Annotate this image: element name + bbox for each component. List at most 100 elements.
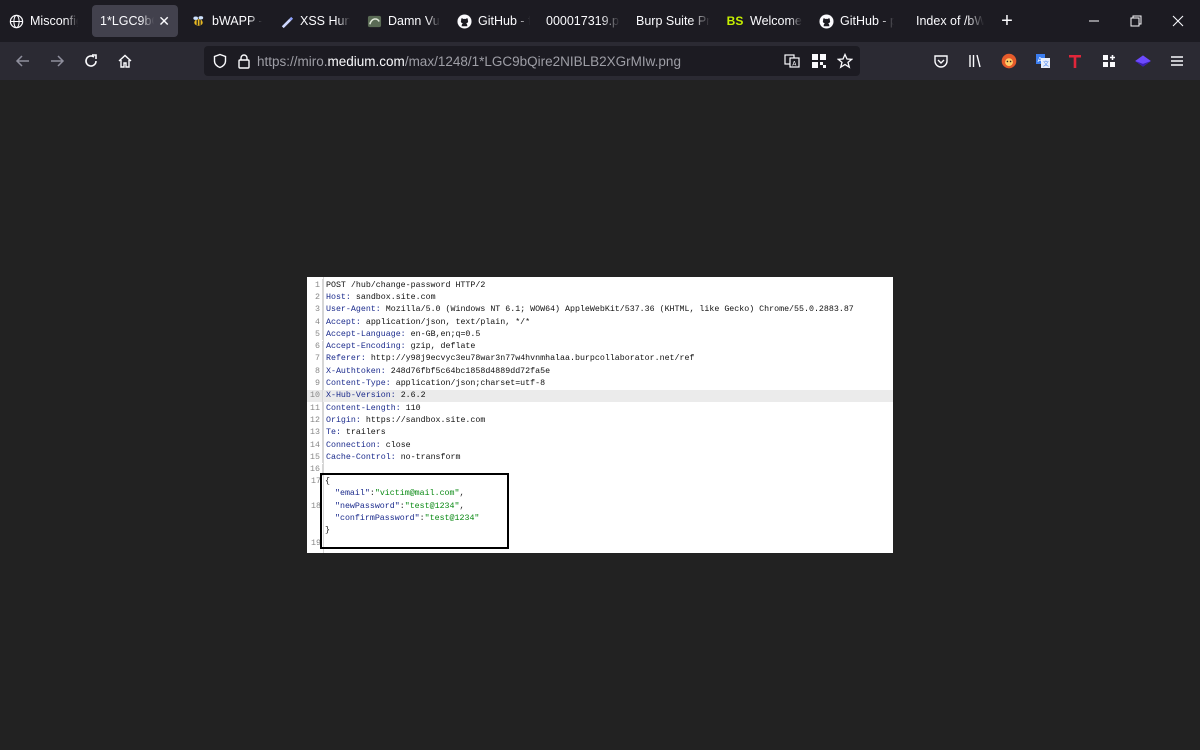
tab-title: bWAPP - I <box>212 14 262 28</box>
qr-code-icon[interactable] <box>811 53 827 69</box>
tab-title: 000017319.pd <box>546 14 620 28</box>
new-tab-button[interactable]: + <box>992 10 1022 33</box>
tab-bwapp[interactable]: bWAPP - I <box>182 5 270 37</box>
bee-icon <box>190 13 206 29</box>
tab-title: Burp Suite Pro <box>636 14 710 28</box>
github-icon <box>818 13 834 29</box>
proton-extension-icon[interactable] <box>1128 46 1158 76</box>
request-line: 4 Accept: application/json, text/plain, *… <box>307 315 893 329</box>
header-name: User-Agent: <box>326 305 381 315</box>
header-value: en-GB,en;q=0.5 <box>405 329 481 339</box>
reload-button[interactable] <box>74 46 108 76</box>
header-name: Cache-Control: <box>326 452 396 462</box>
github-icon <box>456 13 472 29</box>
header-name: X-Authtoken: <box>326 366 386 376</box>
displayed-image: 1 POST /hub/change-password HTTP/2 2 Host: … <box>307 277 893 553</box>
tab-burp-suite[interactable]: Burp Suite Pro <box>628 5 718 37</box>
header-name: Content-Length: <box>326 403 401 413</box>
globe-icon <box>8 13 24 29</box>
line-number: 10 <box>307 389 323 402</box>
svg-text:文: 文 <box>1043 60 1049 68</box>
header-value: application/json, text/plain, */* <box>360 317 531 327</box>
header-value: https://sandbox.site.com <box>360 415 486 425</box>
tab-github-2[interactable]: GitHub - p <box>810 5 902 37</box>
request-line: 5 Accept-Language: en-GB,en;q=0.5 <box>307 328 893 341</box>
header-name: Accept-Language: <box>326 329 406 339</box>
line-code: User-Agent: Mozilla/5.0 (Windows NT 6.1;… <box>323 305 854 314</box>
close-window-button[interactable] <box>1156 0 1200 42</box>
extension-fox-icon[interactable] <box>994 46 1024 76</box>
translate-icon[interactable]: A <box>784 53 800 69</box>
restore-button[interactable] <box>1114 0 1158 42</box>
header-name: Connection: <box>326 440 381 450</box>
menu-icon[interactable] <box>1162 46 1192 76</box>
request-line: 12 Origin: https://sandbox.site.com <box>307 414 893 427</box>
header-name: Accept: <box>326 317 361 327</box>
url-text[interactable]: https://miro.medium.com/max/1248/1*LGC9b… <box>257 54 681 69</box>
request-line: 13 Te: trailers <box>307 426 893 439</box>
header-value: 110 <box>400 403 421 413</box>
navigation-toolbar: https://miro.medium.com/max/1248/1*LGC9b… <box>0 42 1200 80</box>
forward-button[interactable] <box>40 46 74 76</box>
request-line: 11 Content-Length: 110 <box>307 402 893 415</box>
line-number: 12 <box>307 414 323 427</box>
svg-text:A: A <box>1038 56 1043 64</box>
request-line: 15 Cache-Control: no-transform <box>307 451 893 464</box>
line-code: Host: sandbox.site.com <box>323 293 436 302</box>
line-code: Te: trailers <box>323 428 386 437</box>
tab-github-1[interactable]: GitHub - f <box>448 5 538 37</box>
dvwa-icon <box>366 13 382 29</box>
library-icon[interactable] <box>960 46 990 76</box>
tab-index-bwapp[interactable]: Index of /bWA <box>902 5 992 37</box>
pocket-icon[interactable] <box>926 46 956 76</box>
request-line: 7 Referer: http://y98j9ecvyc3eu78war3n77w… <box>307 352 893 366</box>
tab-xss-hunter[interactable]: XSS Hunte <box>270 5 358 37</box>
request-line: 2 Host: sandbox.site.com <box>307 291 893 304</box>
request-line: 14 Connection: close <box>307 438 893 452</box>
bookmark-star-icon[interactable] <box>837 53 853 69</box>
back-button[interactable] <box>6 46 40 76</box>
line-number: 14 <box>307 438 323 452</box>
line-number: 9 <box>307 377 323 390</box>
header-value: trailers <box>340 428 386 438</box>
tab-welcome[interactable]: BS Welcome <box>718 5 810 37</box>
tracking-protection-shield-icon[interactable] <box>212 53 228 69</box>
lock-icon[interactable] <box>237 53 251 69</box>
line-code: X-Hub-Version: 2.6.2 <box>323 391 426 400</box>
line-number: 13 <box>307 426 323 439</box>
header-value: 2.6.2 <box>395 391 426 401</box>
header-value: application/json;charset=utf-8 <box>390 379 546 389</box>
header-value: close <box>380 440 411 450</box>
translate-extension-icon[interactable]: A文 <box>1028 46 1058 76</box>
minimize-button[interactable] <box>1072 0 1116 42</box>
line-code: Content-Length: 110 <box>323 404 421 413</box>
request-line: 9 Content-Type: application/json;charset=… <box>307 377 893 390</box>
tab-active-image[interactable]: 1*LGC9bQi ✕ <box>92 5 178 37</box>
header-name: Host: <box>326 292 351 302</box>
header-name: Te: <box>326 428 341 438</box>
header-value: gzip, deflate <box>405 342 476 352</box>
tab-dvwa[interactable]: Damn Vul <box>358 5 448 37</box>
line-code: POST /hub/change-password HTTP/2 <box>323 281 485 290</box>
line-number: 5 <box>307 328 323 341</box>
line-number: 4 <box>307 315 323 329</box>
header-value: POST /hub/change-password HTTP/2 <box>326 280 486 290</box>
request-line: 1 POST /hub/change-password HTTP/2 <box>307 279 893 292</box>
request-line: 10 X-Hub-Version: 2.6.2 <box>307 389 893 402</box>
line-number: 1 <box>307 279 323 292</box>
bs-icon: BS <box>726 14 744 28</box>
tab-misconfig[interactable]: Misconfig <box>0 5 86 37</box>
url-bar[interactable]: https://miro.medium.com/max/1248/1*LGC9b… <box>204 46 860 76</box>
tab-title: XSS Hunte <box>300 14 350 28</box>
tab-pdf[interactable]: 000017319.pd <box>538 5 628 37</box>
tab-title: Misconfig <box>30 14 78 28</box>
close-tab-icon[interactable]: ✕ <box>158 13 170 30</box>
line-code: Accept: application/json, text/plain, */… <box>323 318 530 327</box>
line-code: Referer: http://y98j9ecvyc3eu78war3n77w4… <box>323 354 694 363</box>
t-extension-icon[interactable] <box>1060 46 1090 76</box>
extensions-grid-icon[interactable] <box>1094 46 1124 76</box>
home-button[interactable] <box>108 46 142 76</box>
header-name: Content-Type: <box>326 379 391 389</box>
header-name: Origin: <box>326 415 361 425</box>
request-line: 8 X-Authtoken: 248d76fbf5c64bc1858d4889dd… <box>307 365 893 378</box>
